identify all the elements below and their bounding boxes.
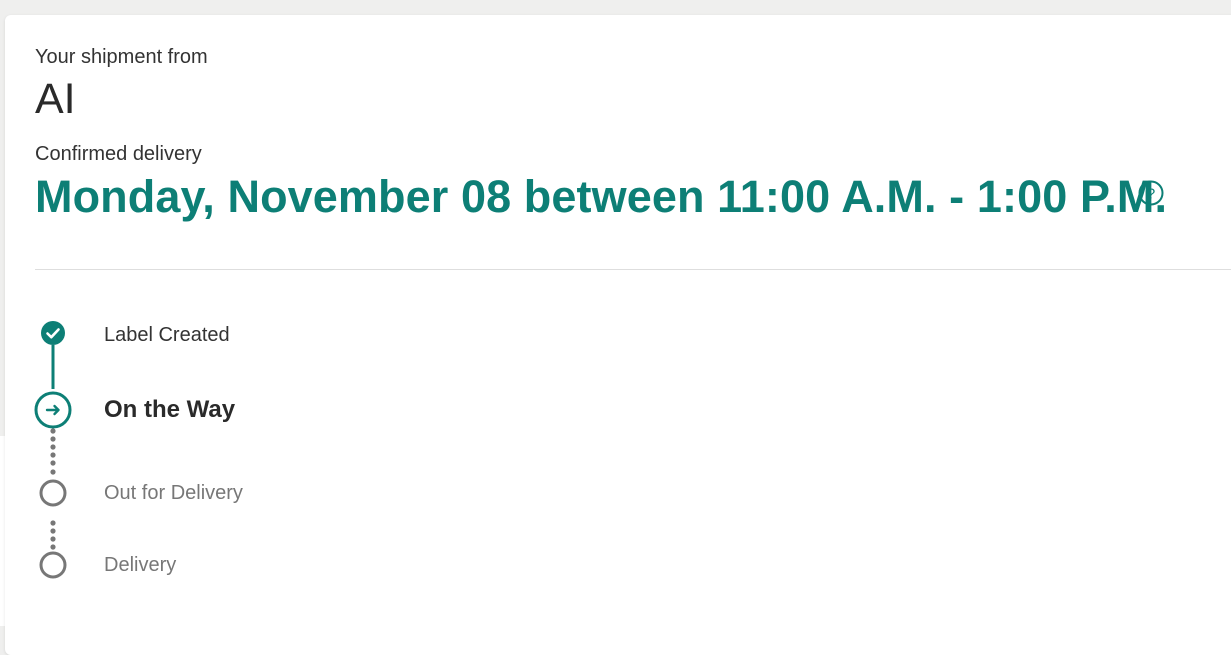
empty-circle-icon — [39, 551, 67, 579]
delivery-window: Monday, November 08 between 11:00 A.M. -… — [35, 171, 1168, 222]
shipment-from-label: Your shipment from — [35, 46, 208, 68]
section-divider — [35, 269, 1231, 270]
step-label-created: Label Created — [104, 324, 230, 346]
shipment-card: Your shipment from AI Confirmed delivery… — [5, 15, 1231, 655]
shipper-name: AI — [35, 75, 76, 123]
svg-text:?: ? — [1147, 186, 1155, 203]
arrow-circle-icon — [34, 391, 72, 429]
step-label-out-for-delivery: Out for Delivery — [104, 482, 243, 504]
check-circle-icon — [41, 321, 65, 345]
step-label-on-the-way: On the Way — [104, 396, 236, 423]
progress-connector — [50, 345, 56, 550]
help-circle-icon[interactable]: ? — [1138, 180, 1164, 206]
delivery-status-label: Confirmed delivery — [35, 143, 202, 165]
empty-circle-icon — [39, 479, 67, 507]
step-label-delivery: Delivery — [104, 554, 177, 576]
